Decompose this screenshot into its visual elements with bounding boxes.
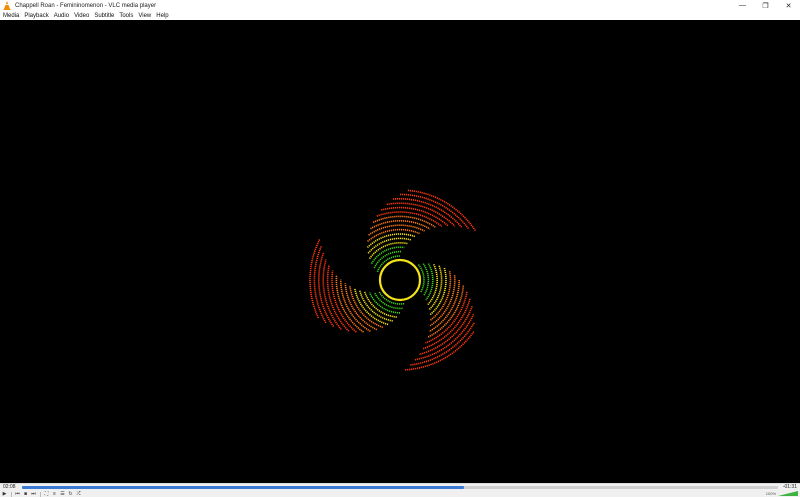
minimize-button[interactable]: — xyxy=(731,0,754,11)
vlc-cone-icon xyxy=(2,1,12,11)
fullscreen-icon[interactable]: ⛶ xyxy=(43,491,50,497)
video-area[interactable] xyxy=(0,20,800,483)
menu-view[interactable]: View xyxy=(138,13,151,19)
menu-help[interactable]: Help xyxy=(156,13,168,19)
seek-bar-progress xyxy=(22,486,465,489)
restore-button[interactable]: ❐ xyxy=(754,0,777,11)
volume-label: 100% xyxy=(765,491,776,496)
remaining-time: -01:31 xyxy=(782,484,797,490)
menu-subtitle[interactable]: Subtitle xyxy=(94,13,114,19)
vlc-window: Chappell Roan - Femininomenon - VLC medi… xyxy=(0,0,800,497)
visualizer-arc xyxy=(368,292,401,314)
playback-controls: ▶ ⏮ ■ ⏭ ⛶ ≡ ☰ ↻ ⤮ xyxy=(1,491,83,497)
menu-video[interactable]: Video xyxy=(74,13,89,19)
visualizer-arc xyxy=(367,237,412,254)
shuffle-icon[interactable]: ⤮ xyxy=(75,491,82,497)
visualizer-arc xyxy=(427,263,438,306)
visualizer-inner-ring xyxy=(378,258,422,302)
visualizer-arc xyxy=(368,242,408,260)
visualizer-arc xyxy=(354,288,389,326)
menu-playback[interactable]: Playback xyxy=(24,13,48,19)
menu-tools[interactable]: Tools xyxy=(119,13,133,19)
stop-icon[interactable]: ■ xyxy=(22,491,29,497)
control-bar: 02:08 -01:31 ▶ ⏮ ■ ⏭ ⛶ ≡ ☰ ↻ ⤮ 100% xyxy=(0,483,800,497)
play-icon[interactable]: ▶ xyxy=(1,491,8,497)
volume-slider[interactable] xyxy=(778,491,798,496)
window-title: Chappell Roan - Femininomenon - VLC medi… xyxy=(15,2,157,9)
next-icon[interactable]: ⏭ xyxy=(30,491,37,497)
elapsed-time: 02:08 xyxy=(3,484,16,490)
audio-visualizer xyxy=(309,189,477,371)
title-bar[interactable]: Chappell Roan - Femininomenon - VLC medi… xyxy=(0,0,800,11)
visualizer-arc xyxy=(363,291,397,318)
visualizer-arc xyxy=(367,228,420,243)
visualizer-arc xyxy=(370,220,431,230)
volume-level xyxy=(778,491,798,496)
menu-audio[interactable]: Audio xyxy=(54,13,69,19)
extended-settings-icon[interactable]: ≡ xyxy=(51,491,58,497)
playlist-icon[interactable]: ☰ xyxy=(59,491,66,497)
previous-icon[interactable]: ⏮ xyxy=(14,491,21,497)
menu-media[interactable]: Media xyxy=(3,13,19,19)
menu-bar: Media Playback Audio Video Subtitle Tool… xyxy=(0,11,800,20)
seek-bar[interactable] xyxy=(22,486,778,489)
loop-icon[interactable]: ↻ xyxy=(67,491,74,497)
close-button[interactable]: ✕ xyxy=(777,0,800,11)
